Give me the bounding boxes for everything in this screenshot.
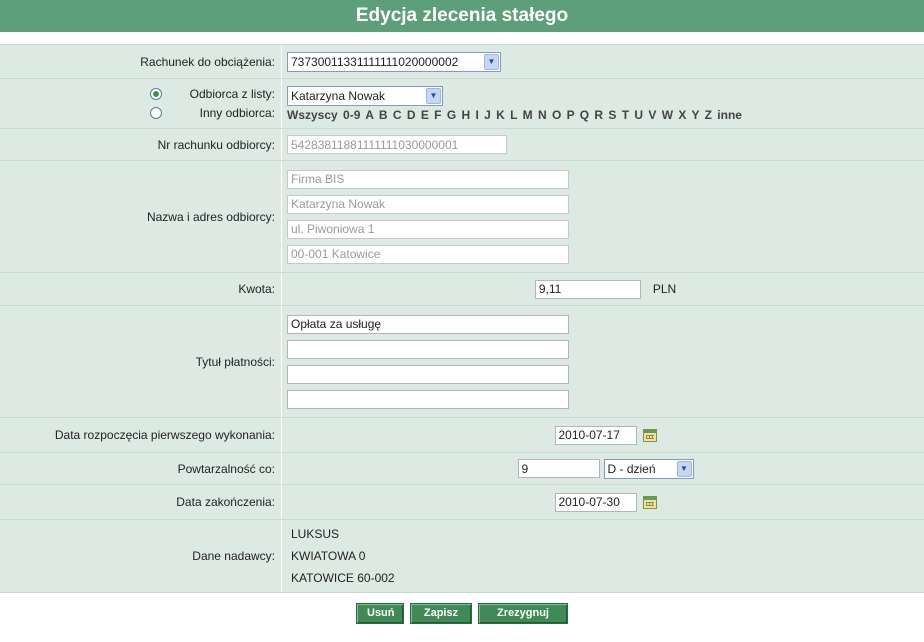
account-label: Rachunek do obciążenia: [0,45,282,78]
account-select-value: 73730011331111111020000002 [291,54,459,69]
row-start-date: Data rozpoczęcia pierwszego wykonania: [0,417,924,452]
row-sender: Dane nadawcy: LUKSUS KWIATOWA 0 KATOWICE… [0,519,924,593]
row-repeat: Powtarzalność co: D - dzień ▼ [0,452,924,484]
chevron-down-icon[interactable]: ▼ [676,460,692,477]
repeat-unit-value: D - dzień [607,461,656,476]
row-recipient-account: Nr rachunku odbiorcy: [0,128,924,160]
recipient-address-line-1[interactable] [287,169,569,189]
recipient-address-line-4[interactable] [287,244,569,264]
start-date-label: Data rozpoczęcia pierwszego wykonania: [0,418,282,452]
recipient-address-line-3[interactable] [287,219,569,239]
repeat-unit-select[interactable]: D - dzień ▼ [603,458,694,479]
sender-line-3: KATOWICE 60-002 [291,571,395,585]
recipient-account-field[interactable] [287,135,507,154]
end-date-label: Data zakończenia: [0,485,282,519]
recipient-from-list-radio[interactable] [150,88,162,100]
standing-order-form: Rachunek do obciążenia: 7373001133111111… [0,44,924,593]
calendar-icon[interactable] [642,428,657,442]
payment-title-line-3[interactable] [287,364,569,384]
account-select[interactable]: 73730011331111111020000002 ▼ [287,51,501,72]
cancel-button[interactable]: Zrezygnuj [478,603,568,624]
sender-line-2: KWIATOWA 0 [291,549,366,563]
row-account: Rachunek do obciążenia: 7373001133111111… [0,44,924,78]
payment-title-line-2[interactable] [287,339,569,359]
repeat-label: Powtarzalność co: [0,453,282,484]
page-title: Edycja zlecenia stałego [0,0,924,32]
chevron-down-icon[interactable]: ▼ [484,53,499,70]
sender-line-1: LUKSUS [291,527,340,541]
row-recipient-address: Nazwa i adres odbiorcy: [0,160,924,272]
chevron-down-icon[interactable]: ▼ [426,87,441,104]
row-end-date: Data zakończenia: [0,484,924,519]
row-amount: Kwota: PLN [0,272,924,305]
recipient-alphabet-filter[interactable]: Wszyscy 0-9 A B C D E F G H I J K L M N … [287,108,924,122]
recipient-select[interactable]: Katarzyna Nowak ▼ [287,85,443,106]
payment-title-line-4[interactable] [287,389,569,409]
save-button[interactable]: Zapisz [410,603,472,624]
recipient-other-radio[interactable] [150,107,162,119]
start-date-field[interactable] [554,425,637,445]
amount-field[interactable] [534,279,641,299]
end-date-field[interactable] [554,492,637,512]
action-buttons: Usuń Zapisz Zrezygnuj [0,603,924,624]
recipient-address-line-2[interactable] [287,194,569,214]
recipient-account-label: Nr rachunku odbiorcy: [0,129,282,160]
currency-label: PLN [652,282,677,296]
payment-title-label: Tytuł płatności: [0,306,282,417]
sender-label: Dane nadawcy: [0,520,282,592]
recipient-address-label: Nazwa i adres odbiorcy: [0,161,282,272]
row-recipient: Odbiorca z listy: Inny odbiorca: Katarzy… [0,78,924,128]
recipient-from-list-label: Odbiorca z listy: [189,87,275,101]
delete-button[interactable]: Usuń [356,603,404,624]
row-payment-title: Tytuł płatności: [0,305,924,417]
repeat-interval-field[interactable] [517,459,600,478]
payment-title-line-1[interactable] [287,314,569,334]
recipient-other-label: Inny odbiorca: [199,106,275,120]
calendar-icon[interactable] [642,495,657,509]
amount-label: Kwota: [0,273,282,305]
recipient-select-value: Katarzyna Nowak [291,88,386,103]
